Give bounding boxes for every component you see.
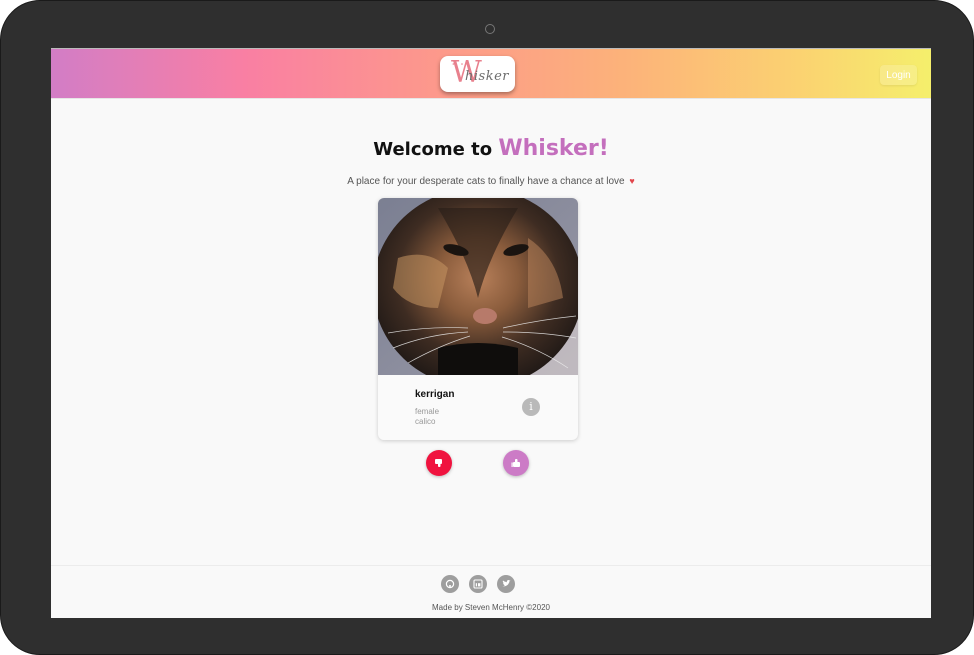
page-title: Welcome to Whisker!	[51, 136, 931, 161]
github-icon[interactable]	[441, 575, 459, 593]
tablet-frame: W hisker Login Welcome to Whisker! A pla…	[0, 0, 974, 655]
heart-icon: ♥	[629, 176, 635, 186]
thumbs-down-icon	[435, 459, 442, 467]
dislike-button[interactable]	[426, 450, 452, 476]
cat-name: kerrigan	[415, 389, 455, 400]
navbar: W hisker Login	[51, 48, 931, 99]
linkedin-icon[interactable]	[469, 575, 487, 593]
thumbs-up-icon	[511, 459, 520, 467]
tagline: A place for your desperate cats to final…	[51, 176, 931, 187]
whisker-logo[interactable]: W hisker	[440, 56, 515, 92]
footer: Made by Steven McHenry ©2020	[51, 565, 931, 618]
welcome-prefix: Welcome to	[373, 139, 493, 160]
cat-sex: female	[415, 407, 440, 416]
linkedin-glyph-icon	[473, 579, 483, 589]
logo-wordmark: hisker	[465, 69, 509, 84]
github-glyph-icon	[445, 579, 455, 589]
info-icon[interactable]: i	[522, 398, 540, 416]
brand-name: Whisker!	[498, 136, 609, 161]
twitter-glyph-icon	[502, 580, 511, 587]
cat-breed: calico	[415, 417, 436, 426]
cat-photo	[378, 198, 578, 375]
app-screen: W hisker Login Welcome to Whisker! A pla…	[51, 48, 931, 618]
cat-profile-card[interactable]: kerrigan female calico i	[378, 198, 578, 440]
like-button[interactable]	[503, 450, 529, 476]
footer-credit: Made by Steven McHenry ©2020	[432, 603, 550, 612]
login-button[interactable]: Login	[880, 65, 917, 85]
camera-icon	[485, 24, 495, 34]
tagline-text: A place for your desperate cats to final…	[347, 176, 625, 187]
twitter-icon[interactable]	[497, 575, 515, 593]
